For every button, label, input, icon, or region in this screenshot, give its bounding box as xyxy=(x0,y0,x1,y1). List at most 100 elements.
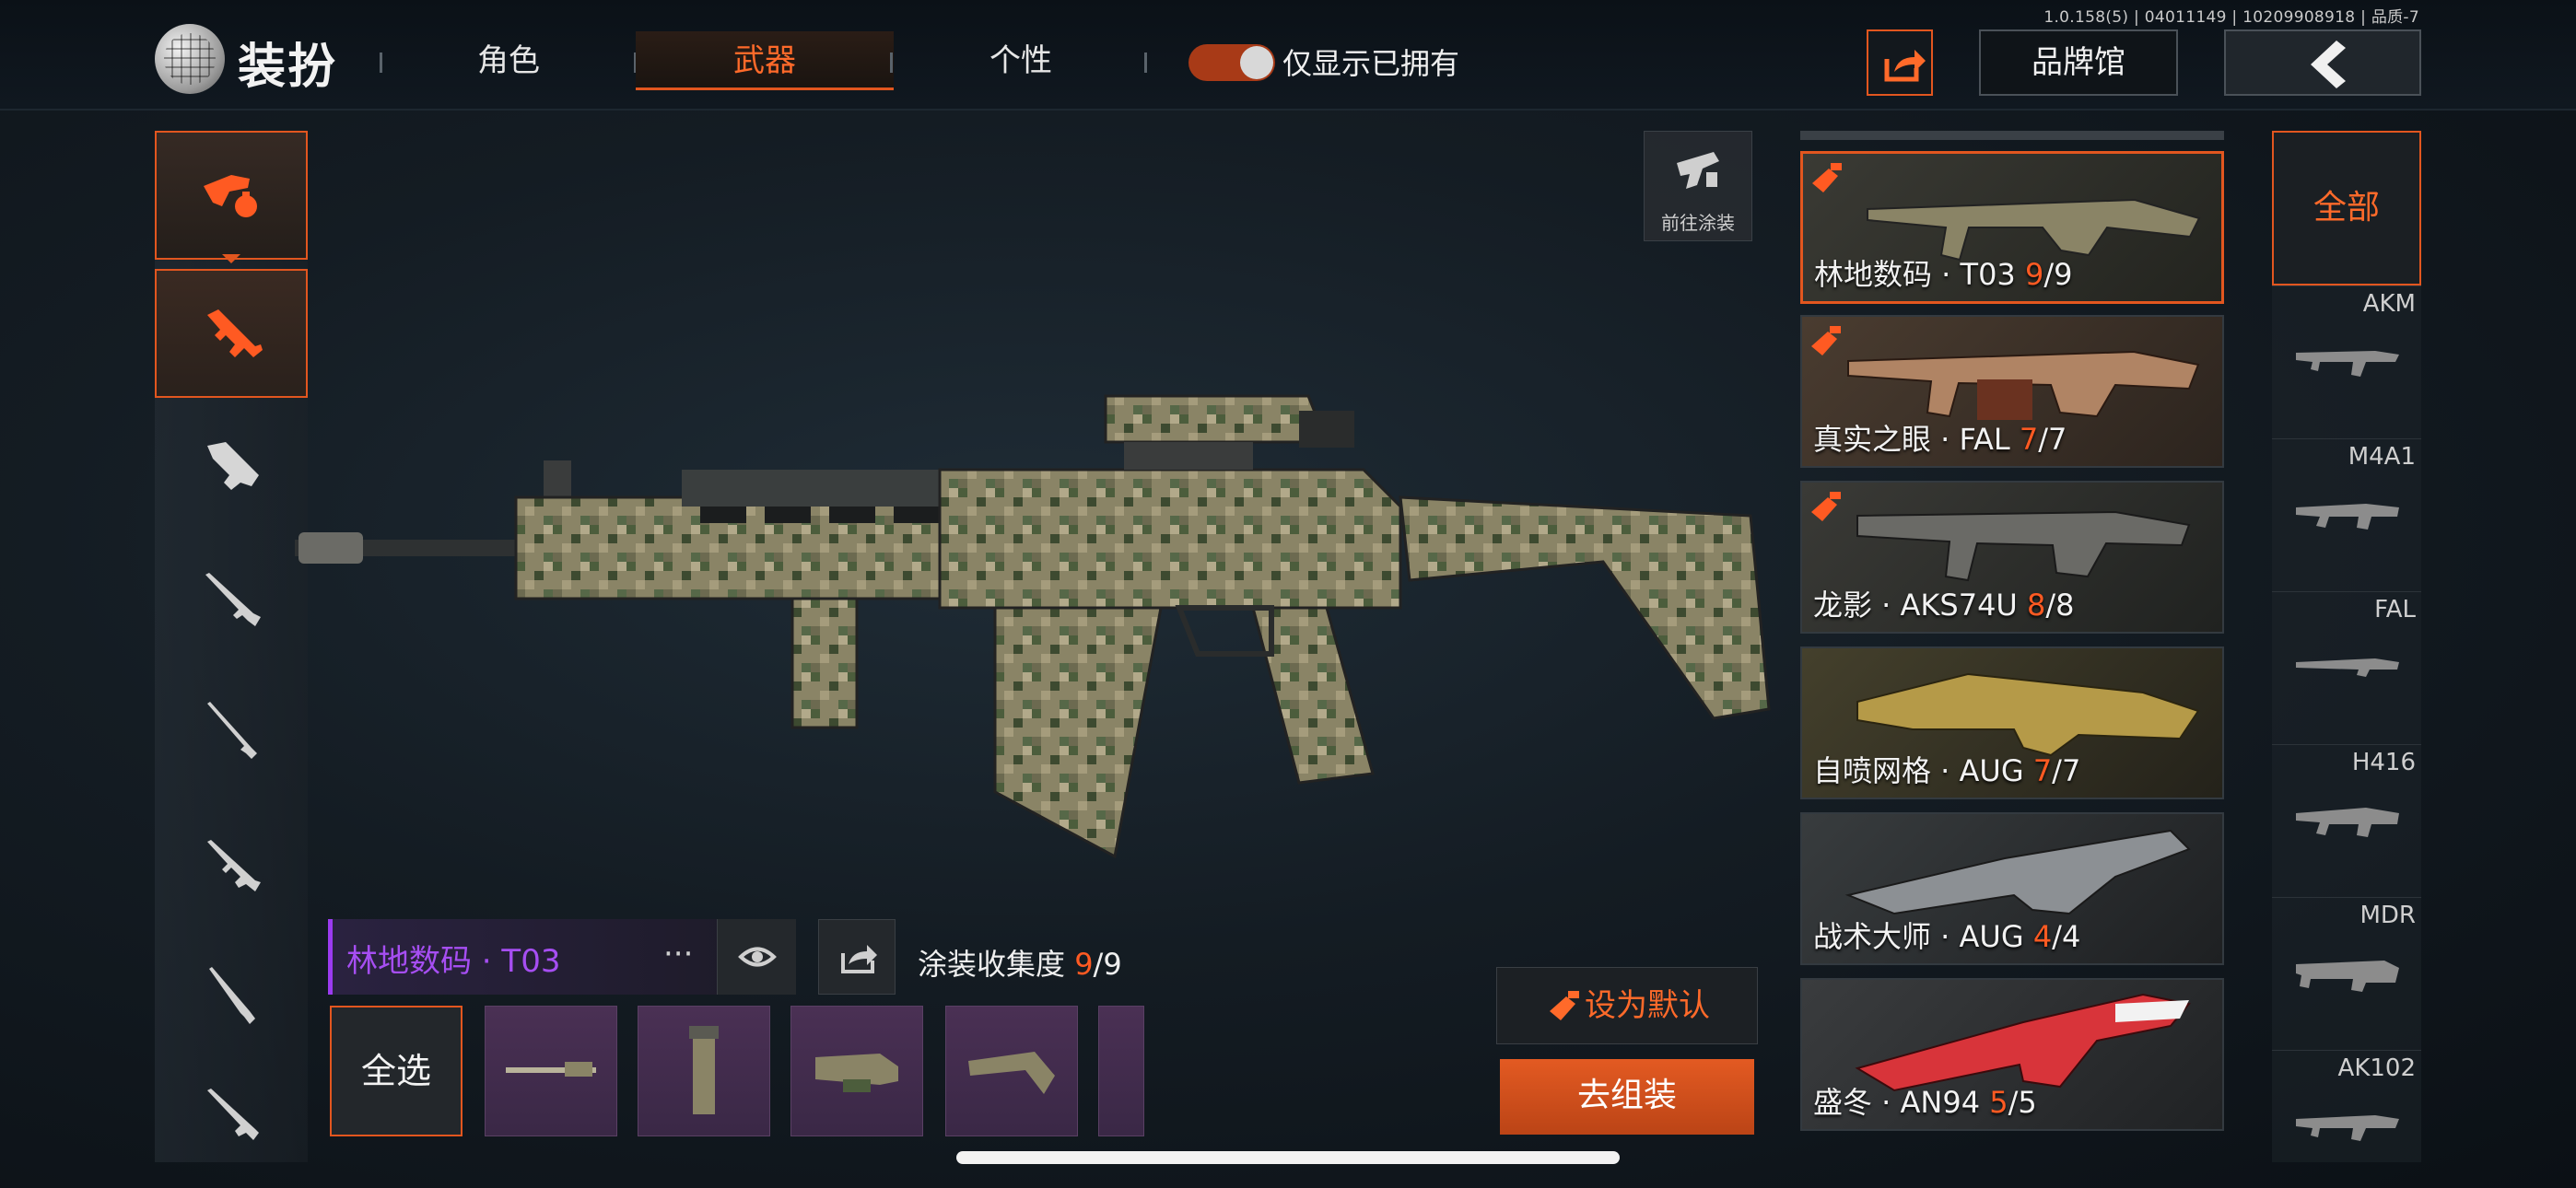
spray-paint-icon xyxy=(1812,163,1842,192)
skin-thumbnail xyxy=(1844,829,2191,915)
model-item[interactable]: H416 xyxy=(2272,744,2421,897)
model-item[interactable]: M4A1 xyxy=(2272,438,2421,591)
rifle-icon xyxy=(207,1089,259,1140)
model-name: MDR xyxy=(2359,902,2416,929)
card-count: 4 xyxy=(2032,919,2053,954)
card-above-partial xyxy=(1800,131,2224,140)
assemble-button[interactable]: 去组装 xyxy=(1500,1059,1754,1135)
skin-thumbnail xyxy=(1856,510,2191,582)
part-barrel[interactable] xyxy=(485,1006,617,1136)
card-name: 龙影 · AKS74U xyxy=(1813,588,2028,623)
skin-card[interactable]: 盛冬 · AN94 5/5 xyxy=(1800,978,2224,1131)
assault-rifle-icon xyxy=(207,309,263,357)
rifle-icon xyxy=(207,840,261,891)
toggle-knob xyxy=(1240,46,1273,79)
skin-thumbnail xyxy=(1856,672,2200,757)
rail-smg[interactable] xyxy=(155,402,308,530)
back-arrow-icon xyxy=(2311,41,2346,88)
model-name: AK102 xyxy=(2337,1054,2416,1082)
rail-assault-rifle[interactable] xyxy=(155,269,308,398)
part-stock[interactable] xyxy=(945,1006,1078,1136)
globe-icon xyxy=(155,24,225,94)
skin-card[interactable]: 战术大师 · AUG 4/4 xyxy=(1800,812,2224,965)
owned-only-toggle[interactable] xyxy=(1188,44,1275,81)
akm-icon xyxy=(2296,351,2399,377)
more-options-button[interactable]: ··· xyxy=(663,936,693,973)
eye-icon xyxy=(738,947,777,967)
foregrip-part-icon xyxy=(689,1026,719,1114)
card-total: /8 xyxy=(2045,588,2075,623)
weapon-category-button[interactable] xyxy=(155,131,308,260)
rail-sniper[interactable] xyxy=(155,667,308,796)
skin-card[interactable]: 龙影 · AKS74U 8/8 xyxy=(1800,481,2224,634)
sniper-icon xyxy=(207,702,257,759)
card-total: /5 xyxy=(2008,1085,2037,1120)
model-name: M4A1 xyxy=(2348,443,2416,471)
weapon-category-icon xyxy=(204,175,257,217)
weapon-preview-image[interactable] xyxy=(295,378,1787,875)
goto-paint-button[interactable]: 前往涂装 xyxy=(1644,131,1752,241)
card-name: 真实之眼 · FAL xyxy=(1813,422,2020,457)
skin-name: 林地数码 · T03 xyxy=(346,943,561,980)
rail-rifle-2[interactable] xyxy=(155,799,308,928)
set-default-button[interactable]: 设为默认 xyxy=(1496,967,1758,1044)
skin-card[interactable]: 真实之眼 · FAL 7/7 xyxy=(1800,315,2224,468)
fal-icon xyxy=(2296,658,2399,677)
m4a1-icon xyxy=(2296,504,2399,530)
tab-personality[interactable]: 个性 xyxy=(892,31,1150,90)
tab-weapon[interactable]: 武器 xyxy=(636,31,894,90)
model-item[interactable]: AK102 xyxy=(2272,1050,2421,1160)
card-name: 自喷网格 · AUG xyxy=(1813,753,2033,788)
skin-card-label: 真实之眼 · FAL 7/7 xyxy=(1813,416,2067,459)
skin-card[interactable]: 林地数码 · T03 9/9 xyxy=(1800,151,2224,304)
sniper-icon xyxy=(209,967,255,1024)
card-count: 7 xyxy=(2032,753,2053,788)
rail-sniper-2[interactable] xyxy=(155,932,308,1061)
part-foregrip[interactable] xyxy=(638,1006,770,1136)
model-item[interactable]: MDR xyxy=(2272,897,2421,1050)
ak102-icon xyxy=(2296,1115,2399,1141)
skin-card-label: 林地数码 · T03 9/9 xyxy=(1814,251,2072,294)
h416-icon xyxy=(2296,808,2399,837)
share-button[interactable] xyxy=(1867,29,1933,96)
rail-rifle[interactable] xyxy=(155,534,308,663)
card-name: 战术大师 · AUG xyxy=(1813,919,2033,954)
divider xyxy=(1144,52,1147,73)
scope-part-icon xyxy=(815,1054,898,1092)
model-name: AKM xyxy=(2362,290,2416,318)
paint-gun-icon xyxy=(1677,152,1719,189)
rifle-icon xyxy=(205,573,261,626)
barrel-part-icon xyxy=(506,1062,596,1077)
part-more[interactable] xyxy=(1098,1006,1144,1136)
card-name: 盛冬 · AN94 xyxy=(1813,1085,1990,1120)
card-total: /9 xyxy=(2043,257,2073,292)
model-name: H416 xyxy=(2351,749,2416,776)
goto-paint-label: 前往涂装 xyxy=(1661,212,1735,234)
skin-card-label: 自喷网格 · AUG 7/7 xyxy=(1813,748,2080,790)
brand-hall-button[interactable]: 品牌馆 xyxy=(1979,29,2178,96)
tab-role[interactable]: 角色 xyxy=(380,31,638,90)
preview-eye-button[interactable] xyxy=(717,919,796,995)
owned-only-label: 仅显示已拥有 xyxy=(1282,46,1460,81)
model-name: FAL xyxy=(2374,596,2416,623)
part-scope[interactable] xyxy=(790,1006,923,1136)
skin-card[interactable]: 自喷网格 · AUG 7/7 xyxy=(1800,646,2224,799)
spray-paint-icon xyxy=(1550,990,1579,1020)
card-name: 林地数码 · T03 xyxy=(1814,257,2025,292)
rail-rifle-3[interactable] xyxy=(155,1065,308,1160)
version-info: 1.0.158(5) | 04011149 | 10209908918 | 品质… xyxy=(2043,8,2419,27)
model-item[interactable]: FAL xyxy=(2272,591,2421,744)
share-skin-button[interactable] xyxy=(818,919,896,995)
smg-icon xyxy=(207,442,259,490)
page-title: 装扮 xyxy=(238,40,338,95)
collection-sep: / xyxy=(1093,947,1104,982)
skin-thumbnail xyxy=(1867,198,2201,262)
skin-thumbnail xyxy=(1847,350,2200,420)
back-button[interactable] xyxy=(2224,29,2421,96)
home-indicator[interactable] xyxy=(956,1151,1620,1164)
mdr-icon xyxy=(2296,961,2399,992)
model-item[interactable]: AKM xyxy=(2272,285,2421,438)
select-all-button[interactable]: 全选 xyxy=(330,1006,463,1136)
filter-all-button[interactable]: 全部 xyxy=(2272,131,2421,285)
collection-current: 9 xyxy=(1074,947,1094,982)
